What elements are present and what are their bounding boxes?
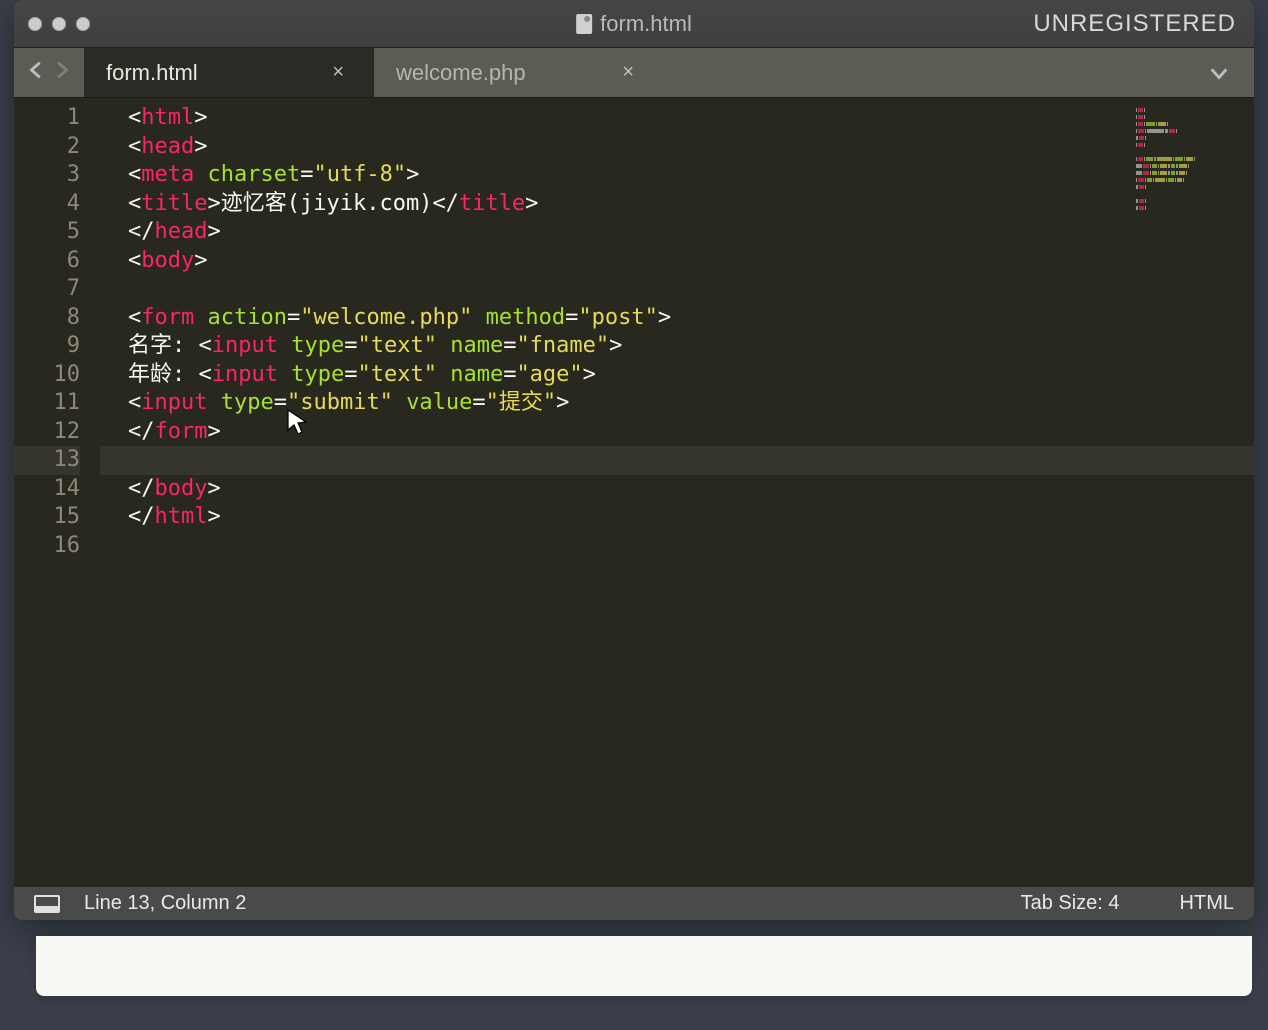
nav-back-icon[interactable] [26,59,48,86]
line-number-gutter: 12345678910111213141516 [14,98,100,886]
code-line[interactable]: 名字: <input type="text" name="fname"> [128,332,1254,361]
tab-overflow-button[interactable] [1208,48,1254,97]
cursor-position[interactable]: Line 13, Column 2 [84,892,246,915]
code-text-area[interactable]: <html><head><meta charset="utf-8"><title… [100,98,1254,886]
editor-area[interactable]: 12345678910111213141516 <html><head><met… [14,98,1254,886]
code-line[interactable] [128,275,1254,304]
code-line[interactable]: </body> [128,475,1254,504]
tab-close-icon[interactable]: × [622,61,634,84]
tab-bar: form.html × welcome.php × [14,48,1254,98]
tab-close-icon[interactable]: × [332,61,344,84]
traffic-lights [14,17,90,31]
panel-switcher-icon[interactable] [34,895,60,913]
background-window-strip [36,936,1252,996]
code-line[interactable]: <html> [128,104,1254,133]
nav-forward-icon[interactable] [50,59,72,86]
editor-window: form.html UNREGISTERED form.html × welco… [14,0,1254,920]
tab-form-html[interactable]: form.html × [84,48,374,97]
code-line[interactable]: <input type="submit" value="提交"> [128,389,1254,418]
code-line[interactable] [100,446,1254,475]
code-line[interactable]: </head> [128,218,1254,247]
unregistered-label: UNREGISTERED [1033,10,1254,38]
titlebar: form.html UNREGISTERED [14,0,1254,48]
file-icon [576,14,592,34]
maximize-window-button[interactable] [76,17,90,31]
nav-buttons [14,48,84,97]
code-line[interactable]: <head> [128,133,1254,162]
close-window-button[interactable] [28,17,42,31]
syntax-indicator[interactable]: HTML [1180,892,1234,915]
code-line[interactable]: <body> [128,247,1254,276]
code-line[interactable]: 年龄: <input type="text" name="age"> [128,361,1254,390]
tab-label: welcome.php [396,60,526,86]
code-line[interactable]: <title>迹忆客(jiyik.com)</title> [128,190,1254,219]
tab-welcome-php[interactable]: welcome.php × [374,48,664,97]
minimize-window-button[interactable] [52,17,66,31]
code-line[interactable]: <meta charset="utf-8"> [128,161,1254,190]
window-title-text: form.html [600,11,692,37]
tab-label: form.html [106,60,198,86]
code-line[interactable]: </form> [128,418,1254,447]
code-line[interactable]: <form action="welcome.php" method="post"… [128,304,1254,333]
tab-size-indicator[interactable]: Tab Size: 4 [1021,892,1120,915]
code-line[interactable]: </html> [128,503,1254,532]
code-line[interactable] [128,532,1254,561]
status-bar: Line 13, Column 2 Tab Size: 4 HTML [14,886,1254,920]
window-title: form.html [576,11,692,37]
